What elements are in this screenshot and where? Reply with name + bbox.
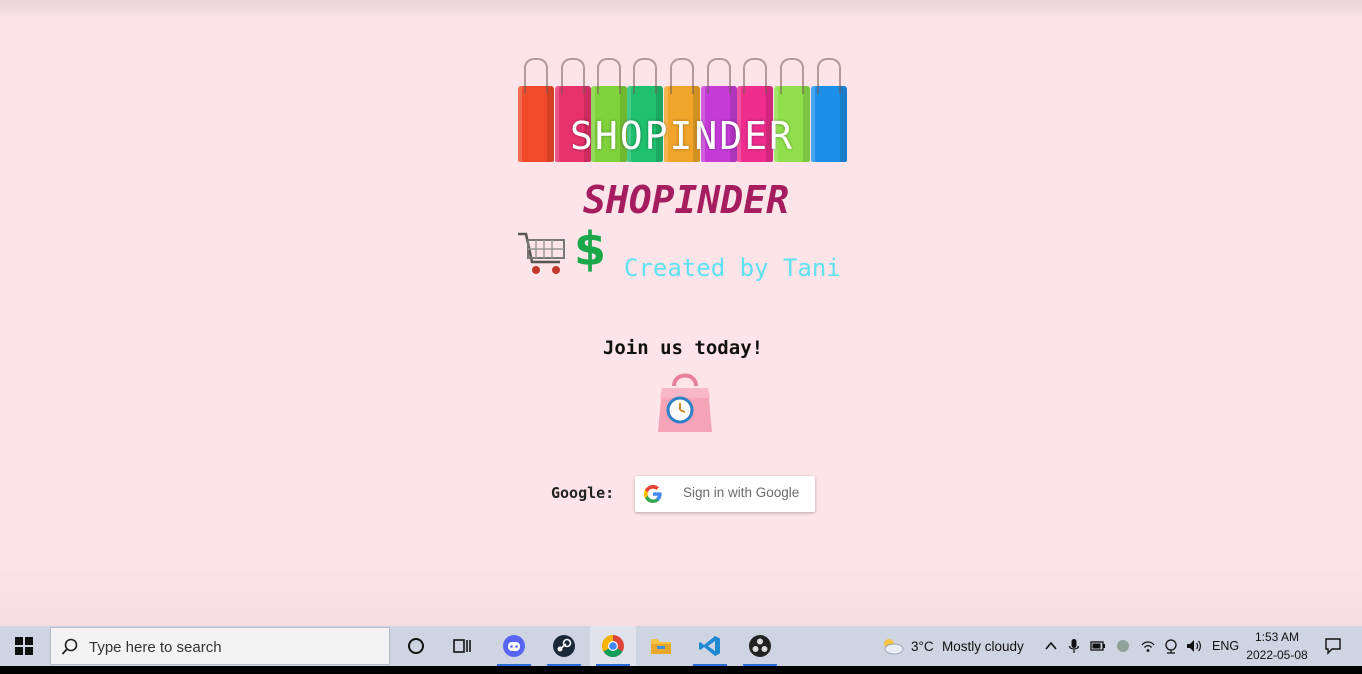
- taskbar-clock[interactable]: 1:53 AM 2022-05-08: [1240, 628, 1314, 664]
- notification-center-icon[interactable]: [1324, 637, 1342, 655]
- cortana-button[interactable]: [393, 626, 439, 666]
- taskbar-search-input[interactable]: Type here to search: [50, 627, 390, 665]
- volume-icon[interactable]: [1186, 638, 1202, 654]
- file-explorer-app[interactable]: [638, 626, 684, 666]
- battery-icon[interactable]: [1090, 638, 1106, 654]
- google-label: Google:: [551, 484, 615, 502]
- vscode-icon: [699, 636, 720, 656]
- screen-bottom-edge: [0, 666, 1362, 674]
- microphone-icon[interactable]: [1066, 638, 1082, 654]
- discord-icon: [503, 635, 525, 657]
- cortana-icon: [408, 638, 424, 654]
- weather-condition[interactable]: Mostly cloudy: [942, 626, 1024, 666]
- wifi-icon[interactable]: [1140, 638, 1156, 654]
- banner-text: SHOPINDER: [570, 114, 794, 158]
- steam-app[interactable]: [541, 626, 587, 666]
- language-indicator[interactable]: ENG: [1212, 626, 1239, 666]
- steam-icon: [553, 635, 575, 657]
- page-title: SHOPINDER: [583, 178, 789, 222]
- shopping-bag-clock-icon: [658, 373, 712, 432]
- chrome-app[interactable]: [590, 626, 636, 666]
- weather-cloudy-icon[interactable]: [880, 636, 904, 656]
- search-placeholder: Type here to search: [89, 639, 222, 656]
- sign-in-with-google-button[interactable]: Sign in with Google: [635, 476, 815, 512]
- banner-image: SHOPINDER: [516, 54, 848, 162]
- chrome-icon: [602, 635, 624, 657]
- shopping-cart-icon: [518, 232, 565, 274]
- task-view-button[interactable]: [440, 626, 486, 666]
- task-view-icon: [453, 639, 471, 653]
- status-dot-icon[interactable]: [1115, 638, 1131, 654]
- file-explorer-icon: [651, 639, 671, 654]
- network-icon[interactable]: [1163, 638, 1179, 654]
- obs-icon: [749, 635, 771, 657]
- dollar-icon: $: [574, 222, 607, 276]
- google-logo-icon: [644, 485, 662, 503]
- created-by-text: Created by Tani: [624, 254, 841, 282]
- start-button[interactable]: [4, 626, 44, 666]
- page-content: SHOPINDER SHOPINDER $ Created by Tani Jo…: [0, 0, 1362, 626]
- discord-app[interactable]: [491, 626, 537, 666]
- chevron-up-icon[interactable]: [1043, 638, 1059, 654]
- clock-date: 2022-05-08: [1246, 648, 1308, 662]
- join-heading: Join us today!: [602, 337, 764, 359]
- taskbar: Type here to search 3°C Mostly cloudy EN…: [0, 626, 1362, 666]
- clock-time: 1:53 AM: [1254, 630, 1300, 644]
- search-icon: [61, 638, 78, 655]
- weather-temperature[interactable]: 3°C: [911, 626, 934, 666]
- obs-app[interactable]: [737, 626, 783, 666]
- sign-in-with-google-label: Sign in with Google: [683, 485, 800, 500]
- windows-logo-icon: [15, 637, 33, 655]
- vscode-app[interactable]: [687, 626, 733, 666]
